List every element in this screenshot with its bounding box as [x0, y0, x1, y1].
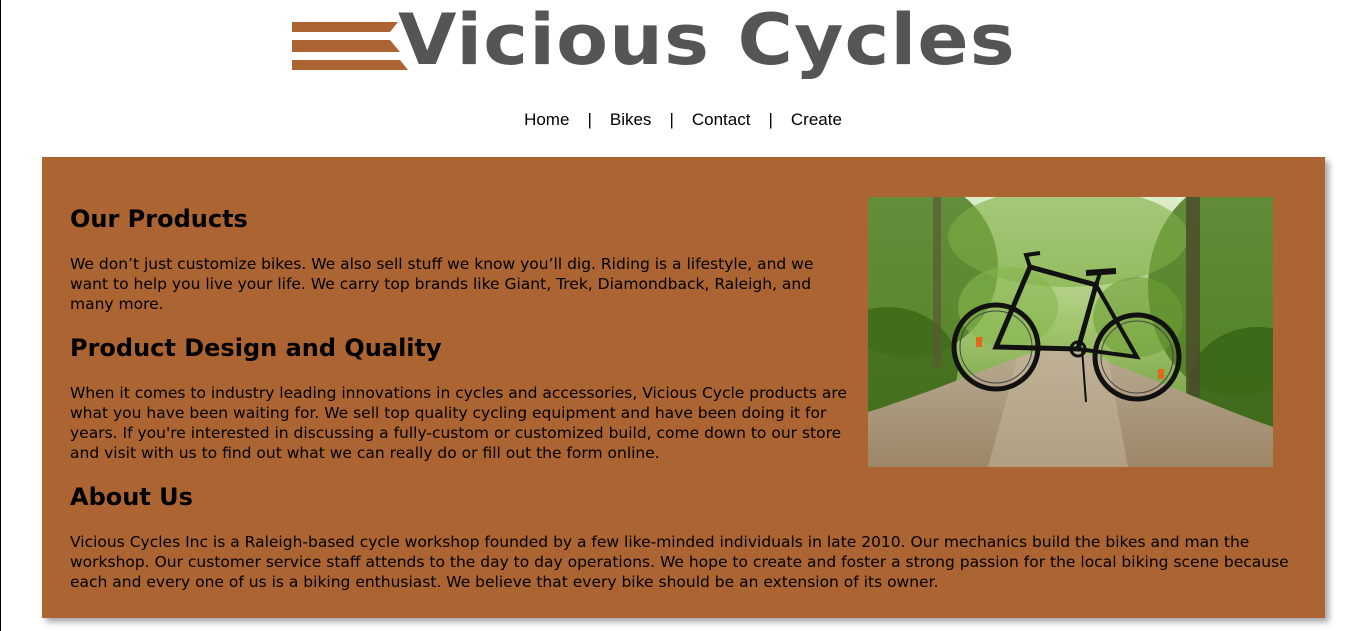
nav-contact-link[interactable]: Contact: [692, 110, 751, 129]
logo-text: Vicious Cycles: [398, 0, 1016, 81]
design-quality-heading: Product Design and Quality: [70, 334, 442, 362]
products-heading: Our Products: [70, 205, 248, 233]
main-nav: Home | Bikes | Contact | Create: [0, 109, 1366, 131]
nav-home-link[interactable]: Home: [524, 110, 569, 129]
logo-stripes-icon: [292, 22, 408, 70]
products-text: We don’t just customize bikes. We also s…: [70, 255, 814, 313]
page-left-border: [0, 0, 1, 631]
nav-create-link[interactable]: Create: [791, 110, 842, 129]
nav-bikes-link[interactable]: Bikes: [610, 110, 652, 129]
about-us-text: Vicious Cycles Inc is a Raleigh-based cy…: [70, 533, 1289, 591]
about-us-heading: About Us: [70, 483, 193, 511]
nav-separator: |: [768, 110, 773, 129]
nav-separator: |: [669, 110, 674, 129]
design-quality-text: When it comes to industry leading innova…: [70, 384, 847, 462]
bicycle-forest-photo-icon: [868, 197, 1273, 467]
content-panel: Our Products We don’t just customize bik…: [42, 157, 1325, 618]
site-logo[interactable]: Vicious Cycles: [290, 5, 1080, 86]
bicycle-photo: [868, 197, 1273, 467]
nav-separator: |: [587, 110, 592, 129]
